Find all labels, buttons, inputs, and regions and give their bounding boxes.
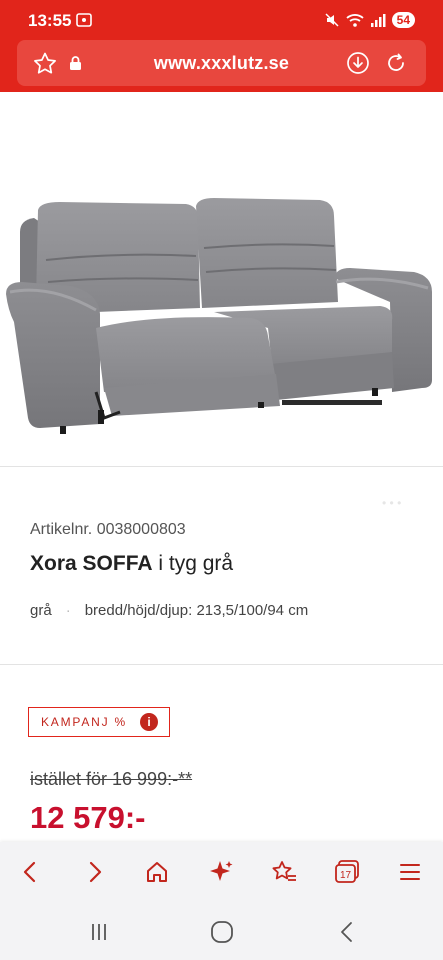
product-title: Xora SOFFA i tyg grå	[30, 552, 233, 576]
mute-icon	[324, 12, 340, 28]
product-name-bold: Xora SOFFA	[30, 552, 153, 575]
refresh-icon[interactable]	[384, 51, 408, 80]
divider	[0, 664, 443, 665]
divider	[0, 466, 443, 467]
home-icon[interactable]	[141, 856, 173, 888]
tabs-count: 17	[340, 870, 352, 881]
download-icon[interactable]	[346, 51, 370, 80]
battery-indicator: 54	[391, 12, 415, 28]
signal-icon	[370, 12, 386, 28]
product-specs: grå · bredd/höjd/djup: 213,5/100/94 cm	[30, 602, 308, 619]
product-dimensions: bredd/höjd/djup: 213,5/100/94 cm	[84, 602, 309, 619]
gallery-indicator[interactable]: • • •	[382, 496, 401, 510]
address-bar[interactable]: www.xxxlutz.se	[17, 40, 426, 86]
status-icons: 54	[324, 10, 415, 30]
home-circle-icon[interactable]	[207, 920, 237, 944]
recent-apps-icon[interactable]	[84, 920, 114, 944]
article-number: Artikelnr. 0038000803	[30, 521, 186, 538]
back-icon[interactable]	[14, 856, 46, 888]
status-bar: 13:55 54	[0, 0, 443, 40]
browser-toolbar: www.xxxlutz.se	[0, 40, 443, 92]
browser-bottom-nav: 17	[0, 842, 443, 902]
status-time: 13:55	[28, 11, 72, 30]
separator-dot: ·	[65, 602, 71, 619]
forward-icon[interactable]	[79, 856, 111, 888]
product-name-rest: i tyg grå	[152, 552, 234, 575]
tabs-icon[interactable]: 17	[331, 856, 363, 888]
campaign-badge[interactable]: KAMPANJ % i	[28, 707, 170, 737]
sparkle-icon[interactable]	[205, 856, 237, 888]
system-back-icon[interactable]	[332, 920, 362, 944]
menu-icon[interactable]	[394, 856, 426, 888]
bookmarks-icon[interactable]	[268, 856, 300, 888]
product-color: grå	[30, 602, 52, 619]
current-price: 12 579:-	[30, 800, 146, 835]
info-icon[interactable]: i	[140, 713, 158, 731]
system-nav-bar	[0, 902, 443, 960]
page: 13:55 54 www.xxxlutz.se • • • Artikelnr.…	[0, 0, 443, 960]
wifi-icon	[346, 12, 364, 28]
old-price: istället för 16 999:-**	[30, 769, 193, 789]
campaign-label: KAMPANJ %	[41, 715, 127, 729]
screenshot-icon	[76, 13, 92, 27]
product-image[interactable]	[0, 92, 443, 466]
